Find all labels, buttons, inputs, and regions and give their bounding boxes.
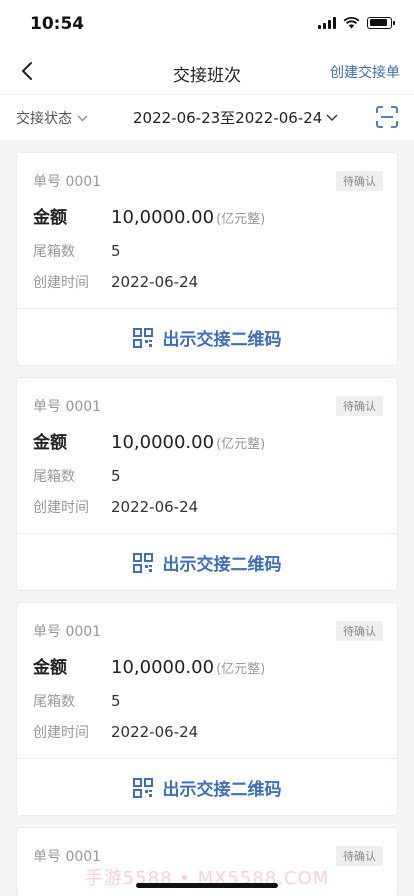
handover-card[interactable]: 单号 0001 待确认 金额 10,0000.00 (亿元整) 尾箱数 5 创建… (16, 152, 398, 366)
boxes-row: 尾箱数 5 (33, 241, 121, 261)
home-indicator (136, 883, 278, 888)
order-number: 单号 0001 (33, 399, 102, 415)
created-value: 2022-06-24 (111, 498, 199, 516)
boxes-label: 尾箱数 (33, 694, 75, 710)
amount-row: 金额 10,0000.00 (亿元整) (33, 428, 265, 453)
boxes-row: 尾箱数 5 (33, 691, 121, 711)
created-row: 创建时间 2022-06-24 (33, 497, 198, 517)
cellular-signal-icon (318, 16, 336, 29)
battery-fill (369, 19, 387, 26)
created-row: 创建时间 2022-06-24 (33, 722, 198, 742)
order-number: 单号 0001 (33, 174, 102, 190)
created-label: 创建时间 (33, 500, 89, 516)
chevron-down-icon (77, 115, 88, 121)
created-label: 创建时间 (33, 725, 89, 741)
wifi-icon (343, 16, 360, 29)
amount-value: 10,0000.00 (111, 207, 215, 228)
show-qr-label: 出示交接二维码 (162, 780, 282, 800)
handover-list: 单号 0001 待确认 金额 10,0000.00 (亿元整) 尾箱数 5 创建… (16, 152, 398, 896)
boxes-value: 5 (111, 467, 121, 485)
filter-bar: 交接状态 2022-06-23至2022-06-24 (0, 94, 414, 140)
chevron-down-icon (326, 114, 338, 121)
created-row: 创建时间 2022-06-24 (33, 272, 198, 292)
amount-row: 金额 10,0000.00 (亿元整) (33, 653, 265, 678)
boxes-label: 尾箱数 (33, 469, 75, 485)
status-filter-dropdown[interactable]: 交接状态 (16, 108, 88, 128)
created-value: 2022-06-24 (111, 273, 199, 291)
amount-unit: (亿元整) (216, 437, 266, 452)
battery-icon (367, 16, 395, 29)
status-badge: 待确认 (336, 621, 383, 641)
show-qr-label: 出示交接二维码 (162, 330, 282, 350)
order-number: 单号 0001 (33, 849, 102, 865)
amount-label: 金额 (33, 433, 67, 453)
handover-card[interactable]: 单号 0001 待确认 金额 10,0000.00 (亿元整) 尾箱数 5 创建… (16, 602, 398, 816)
status-time: 10:54 (30, 14, 85, 34)
status-icons (318, 16, 395, 29)
created-label: 创建时间 (33, 275, 89, 291)
show-qr-button[interactable]: 出示交接二维码 (17, 534, 397, 591)
boxes-label: 尾箱数 (33, 244, 75, 260)
qr-code-icon (132, 327, 153, 348)
created-value: 2022-06-24 (111, 723, 199, 741)
nav-bar: 交接班次 创建交接单 (0, 48, 414, 94)
show-qr-button[interactable]: 出示交接二维码 (17, 759, 397, 816)
amount-value: 10,0000.00 (111, 657, 215, 678)
amount-unit: (亿元整) (216, 212, 266, 227)
show-qr-button[interactable]: 出示交接二维码 (17, 309, 397, 366)
amount-value: 10,0000.00 (111, 432, 215, 453)
status-badge: 待确认 (336, 846, 383, 866)
boxes-value: 5 (111, 692, 121, 710)
handover-card[interactable]: 单号 0001 待确认 金额 10,0000.00 (亿元整) 尾箱数 5 创建… (16, 377, 398, 591)
create-handover-button[interactable]: 创建交接单 (330, 62, 400, 82)
boxes-row: 尾箱数 5 (33, 466, 121, 486)
amount-label: 金额 (33, 208, 67, 228)
show-qr-label: 出示交接二维码 (162, 555, 282, 575)
order-number: 单号 0001 (33, 624, 102, 640)
amount-unit: (亿元整) (216, 662, 266, 677)
qr-code-icon (132, 552, 153, 573)
status-badge: 待确认 (336, 171, 383, 191)
qr-code-icon (132, 777, 153, 798)
scan-icon[interactable] (376, 106, 398, 128)
amount-row: 金额 10,0000.00 (亿元整) (33, 203, 265, 228)
status-badge: 待确认 (336, 396, 383, 416)
date-range-picker[interactable]: 2022-06-23至2022-06-24 (133, 107, 338, 128)
date-range-label: 2022-06-23至2022-06-24 (133, 109, 323, 127)
amount-label: 金额 (33, 658, 67, 678)
status-filter-label: 交接状态 (16, 111, 72, 127)
status-bar: 10:54 (0, 0, 414, 48)
boxes-value: 5 (111, 242, 121, 260)
